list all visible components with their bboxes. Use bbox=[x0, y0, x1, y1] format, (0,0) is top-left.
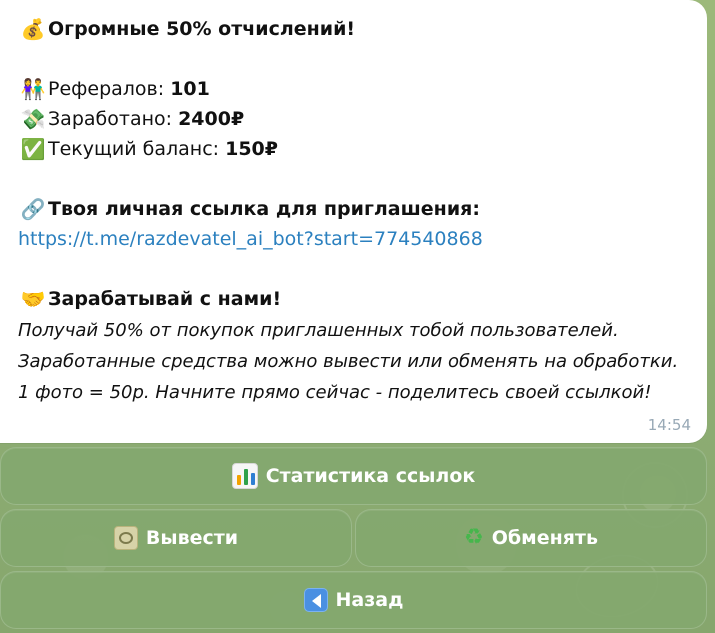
money-bag-icon: 💰 bbox=[20, 17, 46, 41]
people-icon: 👫 bbox=[20, 77, 46, 101]
invite-link[interactable]: https://t.me/razdevatel_ai_bot?start=774… bbox=[18, 228, 483, 250]
back-arrow-icon bbox=[303, 588, 328, 612]
balance-value: 150₽ bbox=[225, 138, 278, 160]
link-stats-label: Статистика ссылок bbox=[265, 465, 476, 487]
balance-line: ✅ Текущий баланс: 150₽ bbox=[18, 134, 694, 164]
exchange-button[interactable]: ♻ Обменять bbox=[355, 509, 707, 567]
message-time: 14:54 bbox=[647, 416, 691, 434]
message-bubble: 💰 Огромные 50% отчислений! 👫 Рефералов: 10… bbox=[0, 0, 707, 443]
money-flying-icon: 💸 bbox=[20, 107, 46, 131]
message-title-line: 💰 Огромные 50% отчислений! bbox=[18, 14, 694, 44]
earn-title-line: 🤝 Зарабатывай с нами! bbox=[18, 284, 694, 314]
back-label: Назад bbox=[335, 589, 404, 611]
link-stats-button[interactable]: Статистика ссылок bbox=[0, 447, 707, 505]
message-title: Огромные 50% отчислений! bbox=[48, 18, 356, 40]
earned-line: 💸 Заработано: 2400₽ bbox=[18, 104, 694, 134]
back-button[interactable]: Назад bbox=[0, 571, 707, 629]
earned-label: Заработано: bbox=[48, 108, 179, 130]
balance-label: Текущий баланс: bbox=[48, 138, 226, 160]
earn-description: Получай 50% от покупок приглашенных тобо… bbox=[18, 320, 679, 403]
handshake-icon: 🤝 bbox=[20, 287, 46, 311]
invite-title: Твоя личная ссылка для приглашения: bbox=[48, 198, 480, 220]
invite-title-line: 🔗 Твоя личная ссылка для приглашения: bbox=[18, 194, 694, 224]
message-content: 💰 Огромные 50% отчислений! 👫 Рефералов: 10… bbox=[18, 14, 694, 408]
referrals-value: 101 bbox=[170, 78, 210, 100]
checkmark-icon: ✅ bbox=[20, 137, 46, 161]
link-icon: 🔗 bbox=[20, 197, 46, 221]
referrals-line: 👫 Рефералов: 101 bbox=[18, 74, 694, 104]
exchange-label: Обменять bbox=[491, 527, 598, 549]
earned-value: 2400₽ bbox=[178, 108, 245, 130]
invite-link-line: https://t.me/razdevatel_ai_bot?start=774… bbox=[18, 224, 694, 254]
recycle-icon: ♻ bbox=[464, 525, 484, 550]
withdraw-button[interactable]: Вывести bbox=[0, 509, 352, 567]
money-icon bbox=[113, 526, 138, 550]
withdraw-label: Вывести bbox=[145, 527, 239, 549]
referrals-label: Рефералов: bbox=[48, 78, 171, 100]
earn-title: Зарабатывай с нами! bbox=[48, 288, 282, 310]
bar-chart-icon bbox=[231, 463, 258, 489]
